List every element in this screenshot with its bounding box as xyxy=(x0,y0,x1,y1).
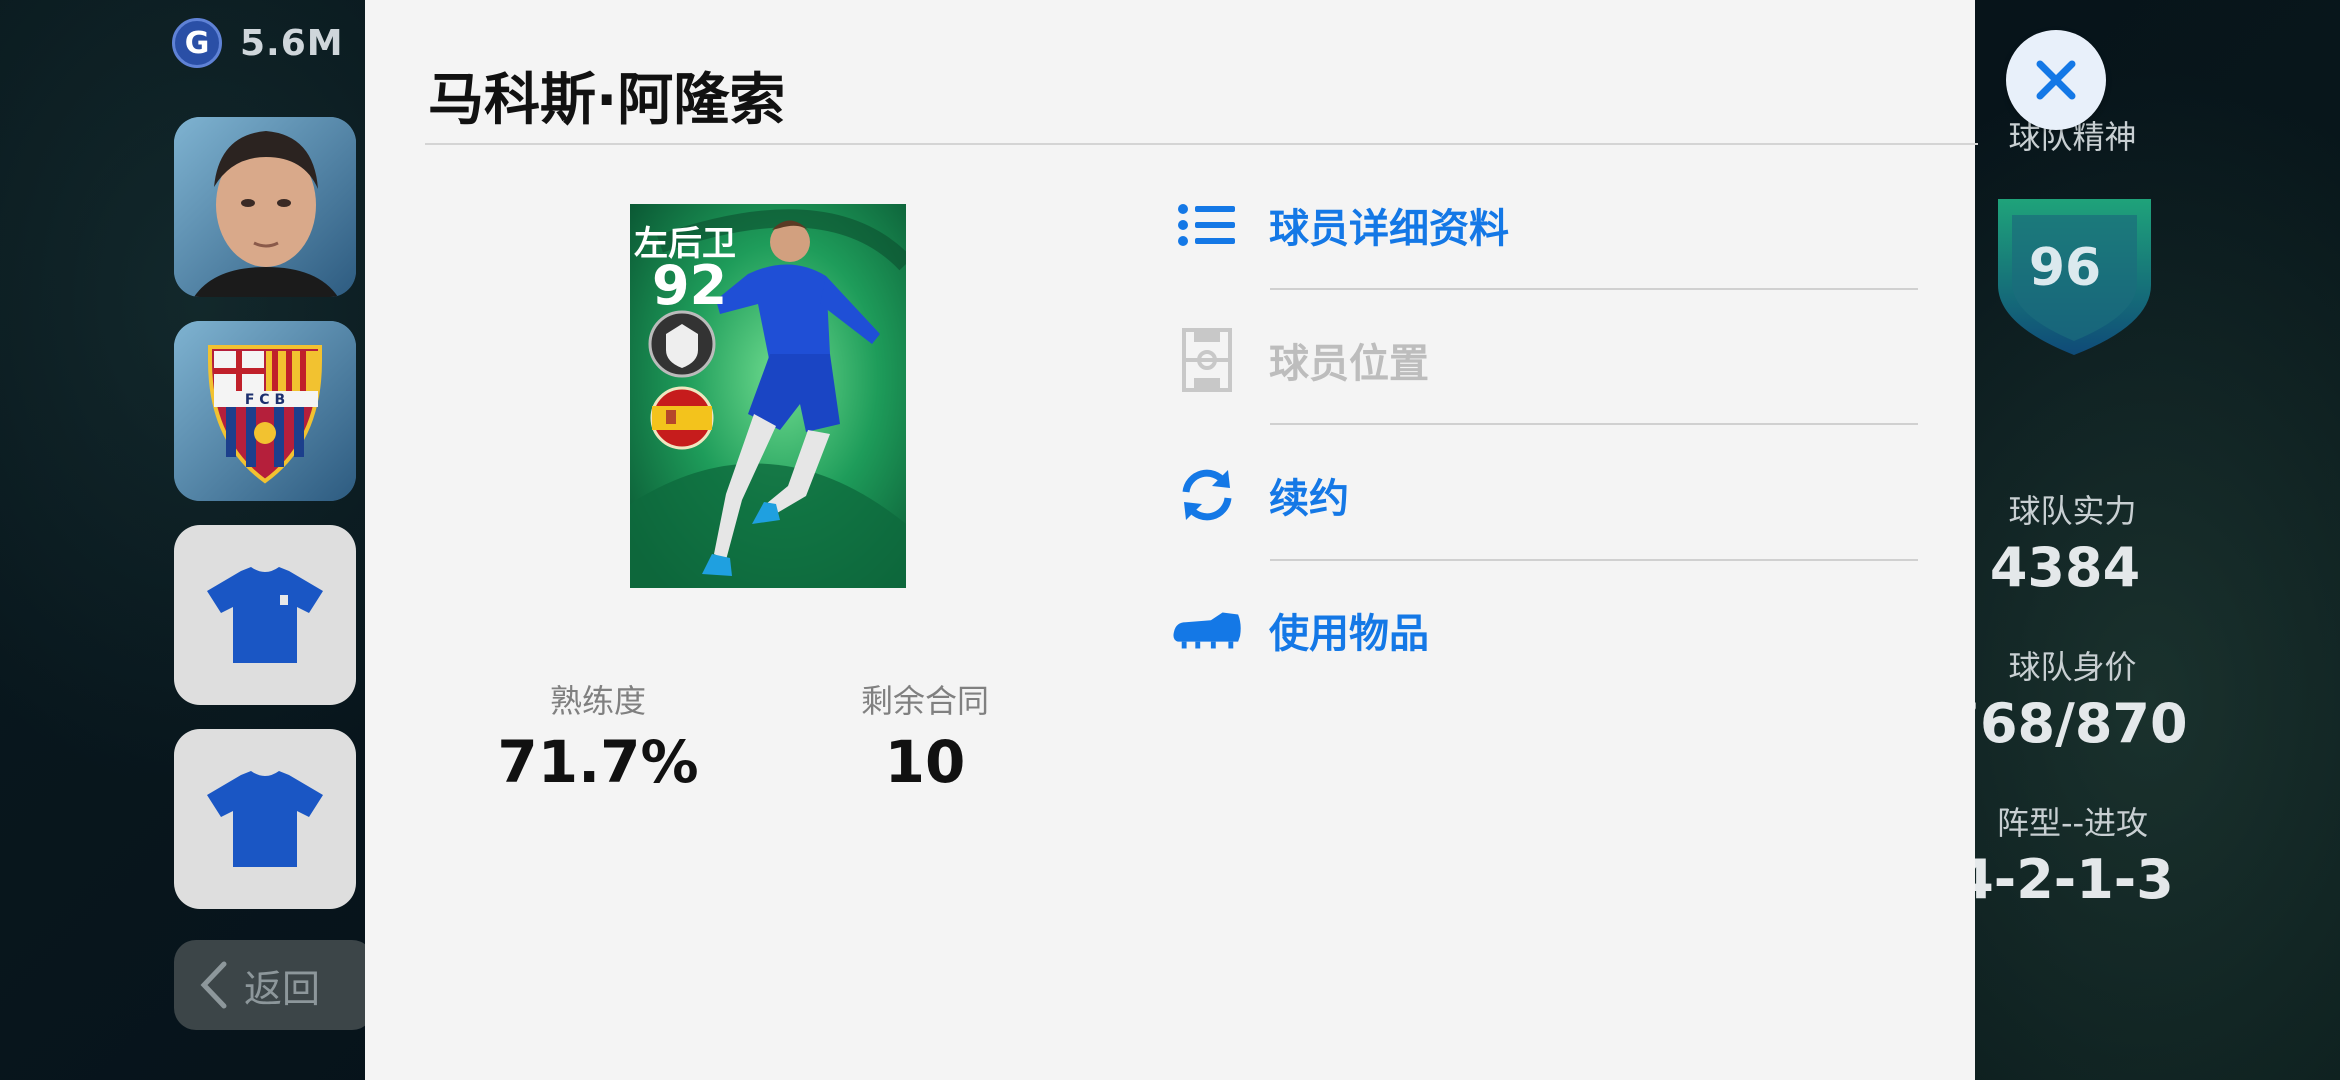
menu-label: 球员位置 xyxy=(1269,341,1429,387)
menu-player-details[interactable]: 球员详细资料 xyxy=(1172,180,1509,270)
gp-coin-icon: G xyxy=(172,18,222,68)
team-strength-label: 球队实力 xyxy=(2008,492,2137,530)
gp-balance: G 5.6M xyxy=(172,18,344,68)
manager-tile[interactable] xyxy=(174,117,356,297)
menu-renew-contract[interactable]: 续约 xyxy=(1172,450,1349,540)
contract-remaining-value: 10 xyxy=(884,728,966,796)
proficiency-value: 71.7% xyxy=(497,728,699,796)
home-kit-tile[interactable] xyxy=(174,525,356,705)
boot-icon xyxy=(1172,595,1242,665)
menu-player-position: 球员位置 xyxy=(1172,315,1429,405)
formation-label: 阵型--进攻 xyxy=(1996,804,2149,842)
menu-divider xyxy=(1270,288,1918,290)
back-label: 返回 xyxy=(244,966,321,1011)
menu-use-item[interactable]: 使用物品 xyxy=(1172,585,1429,675)
contract-remaining-stat: 剩余合同 10 xyxy=(815,676,1035,796)
contract-remaining-label: 剩余合同 xyxy=(860,682,989,720)
back-button[interactable]: 返回 xyxy=(174,940,374,1030)
close-icon xyxy=(2036,60,2076,100)
team-value-label: 球队身价 xyxy=(2008,648,2137,686)
player-name-title: 马科斯·阿隆索 xyxy=(428,68,786,133)
renew-icon xyxy=(1172,460,1242,530)
card-rating-value: 92 xyxy=(652,254,728,317)
proficiency-stat: 熟练度 71.7% xyxy=(438,676,758,796)
title-divider xyxy=(425,143,1978,145)
player-card[interactable]: 左后卫 92 xyxy=(630,204,906,588)
menu-label: 续约 xyxy=(1269,476,1349,522)
menu-divider xyxy=(1270,423,1918,425)
fcb-crest-icon: F C B xyxy=(174,321,356,501)
shirt-icon xyxy=(207,771,323,867)
menu-label: 球员详细资料 xyxy=(1269,206,1509,252)
shirt-icon xyxy=(207,567,323,663)
list-icon xyxy=(1172,190,1242,260)
menu-divider xyxy=(1270,559,1918,561)
proficiency-label: 熟练度 xyxy=(549,682,646,720)
close-button[interactable] xyxy=(2006,30,2106,130)
manager-portrait-icon xyxy=(174,117,356,297)
menu-label: 使用物品 xyxy=(1269,611,1429,657)
away-kit-tile[interactable] xyxy=(174,729,356,909)
svg-text:F C B: F C B xyxy=(245,392,285,408)
chevron-left-icon xyxy=(200,961,227,1009)
pitch-position-icon xyxy=(1172,325,1242,395)
gp-value: 5.6M xyxy=(240,22,344,64)
club-crest-tile[interactable]: F C B xyxy=(174,321,356,501)
player-action-modal: 马科斯·阿隆索 左后卫 92 熟练度 71.7% 剩余合同 10 球员详细资料 … xyxy=(365,0,1978,1080)
